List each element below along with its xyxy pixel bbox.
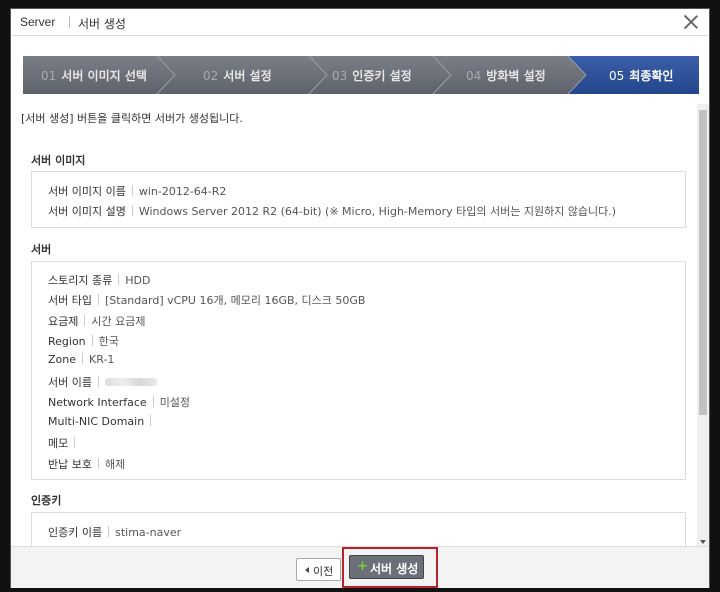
info-value: [Standard] vCPU 16개, 메모리 16GB, 디스크 50GB bbox=[104, 294, 366, 307]
info-key: 요금제 bbox=[48, 315, 79, 328]
title-separator bbox=[69, 16, 70, 28]
wizard-steps: 01 서버 이미지 선택 02 서버 설정 03 인증키 설정 04 방화벽 설정 05… bbox=[23, 56, 699, 94]
info-key: 서버 타입 bbox=[48, 294, 92, 307]
info-value: 시간 요금제 bbox=[91, 315, 146, 328]
review-content[interactable]: [서버 생성] 버튼을 클릭하면 서버가 생성됩니다. 서버 이미지 서버 이미… bbox=[11, 104, 697, 546]
info-value: 한국 bbox=[98, 335, 119, 348]
image-info-box: 서버 이미지 이름 win-2012-64-R2 서버 이미지 설명 Windows… bbox=[31, 171, 686, 228]
info-value: KR-1 bbox=[89, 353, 115, 366]
info-row: 스토리지 종류 HDD bbox=[48, 272, 150, 288]
auth-section-title: 인증키 bbox=[31, 494, 62, 507]
info-key: Network Interface bbox=[48, 396, 147, 409]
info-row: 서버 이미지 설명 Windows Server 2012 R2 (64-bit)… bbox=[48, 203, 616, 219]
server-info-box: 스토리지 종류 HDD 서버 타입 [Standard] vCPU 16개, 메모리… bbox=[31, 261, 686, 480]
info-value: 미설정 bbox=[159, 396, 191, 409]
dialog-footer: 이전 + 서버 생성 bbox=[11, 546, 709, 588]
info-row: Multi-NIC Domain bbox=[48, 415, 157, 428]
info-row: 서버 이미지 이름 win-2012-64-R2 bbox=[48, 183, 226, 199]
info-row: 인증키 이름 stima-naver bbox=[48, 524, 181, 540]
info-row: Network Interface 미설정 bbox=[48, 394, 190, 410]
plus-icon: + bbox=[357, 559, 368, 574]
vertical-scrollbar[interactable] bbox=[697, 104, 709, 546]
info-row: 반납 보호 해제 bbox=[48, 456, 125, 472]
info-value: Windows Server 2012 R2 (64-bit) (※ Micro… bbox=[138, 205, 617, 218]
prev-button[interactable]: 이전 bbox=[296, 558, 341, 581]
info-key: 인증키 이름 bbox=[48, 526, 103, 539]
intro-text: [서버 생성] 버튼을 클릭하면 서버가 생성됩니다. bbox=[21, 112, 243, 125]
app-name: Server bbox=[20, 15, 56, 29]
info-key: 반납 보호 bbox=[48, 458, 92, 471]
info-row: Region 한국 bbox=[48, 333, 119, 349]
auth-info-box: 인증키 이름 stima-naver bbox=[31, 512, 686, 546]
step-1-number: 01 bbox=[41, 69, 57, 83]
title-bar: Server 서버 생성 bbox=[11, 9, 709, 36]
step-2-label: 서버 설정 bbox=[223, 69, 272, 83]
step-5-label: 최종확인 bbox=[629, 69, 674, 83]
image-section-title: 서버 이미지 bbox=[31, 154, 86, 167]
dialog-title: 서버 생성 bbox=[78, 17, 126, 31]
info-key: 서버 이미지 이름 bbox=[48, 185, 126, 198]
info-row: Zone KR-1 bbox=[48, 353, 114, 366]
info-row: 서버 이름 bbox=[48, 374, 157, 390]
info-value: HDD bbox=[125, 274, 151, 287]
create-server-button[interactable]: + 서버 생성 bbox=[349, 555, 424, 579]
server-section-title: 서버 bbox=[31, 243, 52, 256]
step-2-number: 02 bbox=[203, 69, 219, 83]
info-key: Multi-NIC Domain bbox=[48, 415, 145, 428]
info-value: win-2012-64-R2 bbox=[138, 185, 227, 198]
step-4-label: 방화벽 설정 bbox=[486, 69, 546, 83]
info-key: 메모 bbox=[48, 437, 69, 450]
server-create-dialog: Server 서버 생성 01 서버 이미지 선택 02 서버 설정 03 인증… bbox=[10, 8, 710, 588]
step-1-label: 서버 이미지 선택 bbox=[61, 69, 147, 83]
prev-button-label: 이전 bbox=[313, 565, 334, 578]
info-key: 서버 이름 bbox=[48, 376, 92, 389]
step-5-number: 05 bbox=[609, 69, 625, 83]
info-row: 요금제 시간 요금제 bbox=[48, 313, 145, 329]
redacted-server-name bbox=[104, 378, 157, 386]
step-3-number: 03 bbox=[332, 69, 348, 83]
info-key: 서버 이미지 설명 bbox=[48, 205, 126, 218]
info-row: 서버 타입 [Standard] vCPU 16개, 메모리 16GB, 디스크 … bbox=[48, 292, 365, 308]
arrow-left-icon bbox=[305, 567, 309, 573]
scroll-down-arrow-icon[interactable] bbox=[700, 540, 706, 544]
info-key: 스토리지 종류 bbox=[48, 274, 113, 287]
step-3-label: 인증키 설정 bbox=[352, 69, 412, 83]
info-key: Region bbox=[48, 335, 86, 348]
scrollbar-thumb[interactable] bbox=[699, 110, 707, 415]
info-key: Zone bbox=[48, 353, 77, 366]
info-row: 메모 bbox=[48, 435, 81, 451]
create-server-label: 서버 생성 bbox=[370, 562, 419, 576]
step-4-number: 04 bbox=[466, 69, 482, 83]
info-value: stima-naver bbox=[115, 526, 182, 539]
info-value: 해제 bbox=[104, 458, 126, 471]
close-icon[interactable] bbox=[680, 11, 702, 33]
